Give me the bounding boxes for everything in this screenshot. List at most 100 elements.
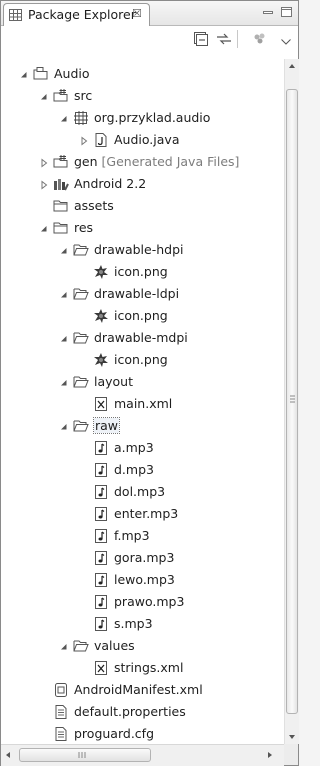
project-tree[interactable]: Audio src org.przyklad.audio Audio.java gen … [1, 59, 284, 744]
tree-item-src[interactable]: src [1, 85, 284, 107]
audio-file-icon [93, 594, 109, 610]
view-title: Package Explorer [28, 7, 136, 22]
tree-item-label-container: prawo.mp3 [114, 594, 184, 609]
open-folder-icon [73, 330, 89, 346]
tree-item-label: drawable-hdpi [94, 242, 184, 257]
expanded-arrow-icon[interactable] [59, 245, 69, 255]
tree-item-drawable-mdpi[interactable]: drawable-mdpi [1, 327, 284, 349]
tree-item-dol-mp3[interactable]: dol.mp3 [1, 481, 284, 503]
tree-item-audio-java[interactable]: Audio.java [1, 129, 284, 151]
maximize-icon[interactable] [281, 6, 292, 17]
tree-item-label: dol.mp3 [114, 484, 166, 499]
horizontal-scrollbar[interactable] [1, 744, 284, 766]
tree-item-s-mp3[interactable]: s.mp3 [1, 613, 284, 635]
expanded-arrow-icon[interactable] [59, 421, 69, 431]
package-explorer-view: Package Explorer ☒ Audio src org.przyklad.… [0, 0, 299, 766]
collapsed-arrow-icon[interactable] [39, 179, 49, 190]
expanded-arrow-icon[interactable] [19, 69, 29, 79]
tree-item-res[interactable]: res [1, 217, 284, 239]
tree-item-label: res [74, 220, 94, 235]
tree-item-gora-mp3[interactable]: gora.mp3 [1, 547, 284, 569]
tree-item-androidmanifest-xml[interactable]: AndroidManifest.xml [1, 679, 284, 701]
expanded-arrow-icon[interactable] [59, 641, 69, 651]
tree-item-d-mp3[interactable]: d.mp3 [1, 459, 284, 481]
tree-item-icon-png[interactable]: icon.png [1, 261, 284, 283]
vertical-scroll-thumb[interactable] [286, 89, 298, 714]
tree-item-label-container: org.przyklad.audio [94, 110, 210, 125]
tree-item-label: assets [74, 198, 114, 213]
collapsed-arrow-icon[interactable] [39, 157, 49, 168]
tree-item-label-container: AndroidManifest.xml [74, 682, 203, 697]
tree-item-label: s.mp3 [114, 616, 153, 631]
tree-item-default-properties[interactable]: default.properties [1, 701, 284, 723]
scroll-down-icon[interactable] [285, 730, 299, 744]
scroll-left-icon[interactable] [1, 748, 15, 762]
toolbar-separator [237, 30, 238, 48]
project-icon [33, 66, 49, 82]
xml-file-icon [93, 396, 109, 412]
tree-item-label: gora.mp3 [114, 550, 175, 565]
audio-file-icon [93, 462, 109, 478]
tree-item-enter-mp3[interactable]: enter.mp3 [1, 503, 284, 525]
tree-item-label: a.mp3 [114, 440, 154, 455]
tree-item-strings-xml[interactable]: strings.xml [1, 657, 284, 679]
xml-file-icon [93, 660, 109, 676]
tree-item-label-container: drawable-hdpi [94, 242, 184, 257]
audio-file-icon [93, 572, 109, 588]
manifest-file-icon [53, 682, 69, 698]
tree-item-label: main.xml [114, 396, 173, 411]
link-with-editor-icon[interactable] [216, 32, 232, 49]
image-file-icon [93, 352, 109, 368]
tree-item-org-przyklad-audio[interactable]: org.przyklad.audio [1, 107, 284, 129]
tree-item-label-container: src [74, 88, 92, 103]
tree-item-decoration: [Generated Java Files] [101, 154, 240, 169]
java-file-icon [93, 132, 109, 148]
filter-icon[interactable] [253, 32, 267, 49]
tree-item-proguard-cfg[interactable]: proguard.cfg [1, 723, 284, 744]
tree-item-a-mp3[interactable]: a.mp3 [1, 437, 284, 459]
collapsed-arrow-icon[interactable] [79, 135, 89, 146]
tree-item-gen[interactable]: gen [Generated Java Files] [1, 151, 284, 173]
tree-item-raw[interactable]: raw [1, 415, 284, 437]
vertical-scrollbar[interactable] [284, 59, 299, 744]
image-file-icon [93, 264, 109, 280]
tree-item-layout[interactable]: layout [1, 371, 284, 393]
close-view-icon[interactable]: ☒ [132, 7, 142, 20]
expanded-arrow-icon[interactable] [39, 223, 49, 233]
tree-item-f-mp3[interactable]: f.mp3 [1, 525, 284, 547]
tree-item-android-2-2[interactable]: Android 2.2 [1, 173, 284, 195]
tree-item-icon-png[interactable]: icon.png [1, 305, 284, 327]
scroll-up-icon[interactable] [285, 59, 299, 73]
expanded-arrow-icon[interactable] [59, 333, 69, 343]
tree-item-values[interactable]: values [1, 635, 284, 657]
tree-item-label-container: proguard.cfg [74, 726, 154, 741]
expanded-arrow-icon[interactable] [59, 113, 69, 123]
tree-item-label: icon.png [114, 308, 168, 323]
collapse-all-icon[interactable] [194, 32, 208, 49]
horizontal-scroll-thumb[interactable] [19, 748, 151, 762]
package-explorer-tab[interactable]: Package Explorer ☒ [3, 3, 150, 26]
tree-item-label: icon.png [114, 352, 168, 367]
tree-item-prawo-mp3[interactable]: prawo.mp3 [1, 591, 284, 613]
tree-item-drawable-hdpi[interactable]: drawable-hdpi [1, 239, 284, 261]
tree-item-drawable-ldpi[interactable]: drawable-ldpi [1, 283, 284, 305]
expanded-arrow-icon[interactable] [39, 91, 49, 101]
expanded-arrow-icon[interactable] [59, 289, 69, 299]
source-folder-icon [53, 88, 69, 104]
expanded-arrow-icon[interactable] [59, 377, 69, 387]
tree-item-audio[interactable]: Audio [1, 63, 284, 85]
tree-item-label: lewo.mp3 [114, 572, 175, 587]
tree-item-assets[interactable]: assets [1, 195, 284, 217]
scroll-right-icon[interactable] [263, 748, 277, 762]
tree-item-lewo-mp3[interactable]: lewo.mp3 [1, 569, 284, 591]
tree-item-icon-png[interactable]: icon.png [1, 349, 284, 371]
tree-item-label-container: drawable-ldpi [94, 286, 179, 301]
minimize-icon[interactable] [263, 7, 273, 16]
tree-item-main-xml[interactable]: main.xml [1, 393, 284, 415]
tree-item-label-container: layout [94, 374, 133, 389]
view-menu-icon[interactable] [281, 34, 291, 48]
